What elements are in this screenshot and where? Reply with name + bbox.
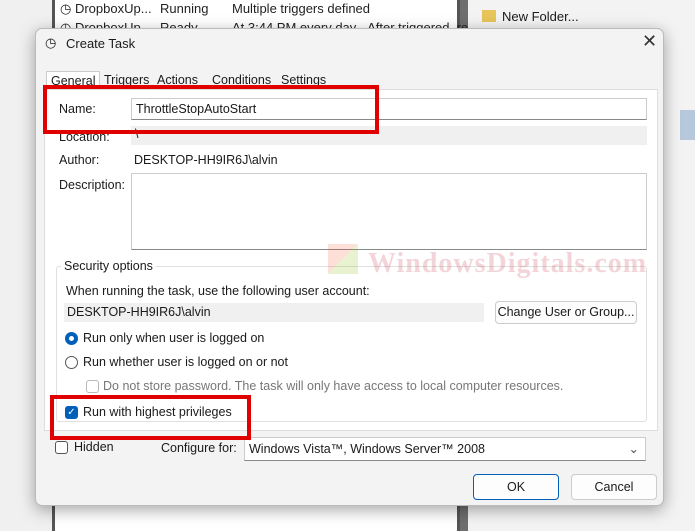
highlight-box-name xyxy=(43,85,379,134)
radio-whether-label: Run whether user is logged on or not xyxy=(83,355,288,369)
dialog-title: Create Task xyxy=(66,36,136,51)
user-account-field: DESKTOP-HH9IR6J\alvin xyxy=(64,303,484,322)
author-label: Author: xyxy=(59,153,100,167)
description-label: Description: xyxy=(59,178,125,192)
configure-for-label: Configure for: xyxy=(161,441,237,455)
hidden-label: Hidden xyxy=(74,440,114,454)
task-row[interactable]: ◷ DropboxUp... Running Multiple triggers… xyxy=(60,1,370,17)
radio-logged-on-label: Run only when user is logged on xyxy=(83,331,265,345)
change-user-button[interactable]: Change User or Group... xyxy=(495,301,637,324)
selection-highlight xyxy=(680,110,695,140)
radio-logged-on[interactable] xyxy=(65,332,78,345)
author-value: DESKTOP-HH9IR6J\alvin xyxy=(134,153,278,167)
hidden-checkbox[interactable] xyxy=(55,441,68,454)
watermark-logo xyxy=(328,244,358,274)
cancel-button[interactable]: Cancel xyxy=(571,474,657,500)
close-icon[interactable]: ✕ xyxy=(642,31,657,52)
clock-icon: ◷ xyxy=(60,1,72,16)
radio-whether-logged-on[interactable] xyxy=(65,356,78,369)
ok-button[interactable]: OK xyxy=(473,474,559,500)
chevron-down-icon: ⌄ xyxy=(628,442,639,456)
clock-icon: ◷ xyxy=(45,35,57,50)
configure-for-select[interactable]: Windows Vista™, Windows Server™ 2008 ⌄ xyxy=(244,437,646,461)
action-new-folder[interactable]: New Folder... xyxy=(482,9,579,24)
no-store-password-checkbox[interactable] xyxy=(86,380,99,393)
highlight-box-privileges xyxy=(50,395,251,440)
security-options-title: Security options xyxy=(61,259,156,273)
folder-icon xyxy=(482,10,496,22)
no-store-password-label: Do not store password. The task will onl… xyxy=(103,379,564,393)
account-prompt: When running the task, use the following… xyxy=(66,284,370,298)
description-textarea[interactable] xyxy=(131,173,647,250)
watermark: WindowsDigitals.com xyxy=(368,248,648,279)
